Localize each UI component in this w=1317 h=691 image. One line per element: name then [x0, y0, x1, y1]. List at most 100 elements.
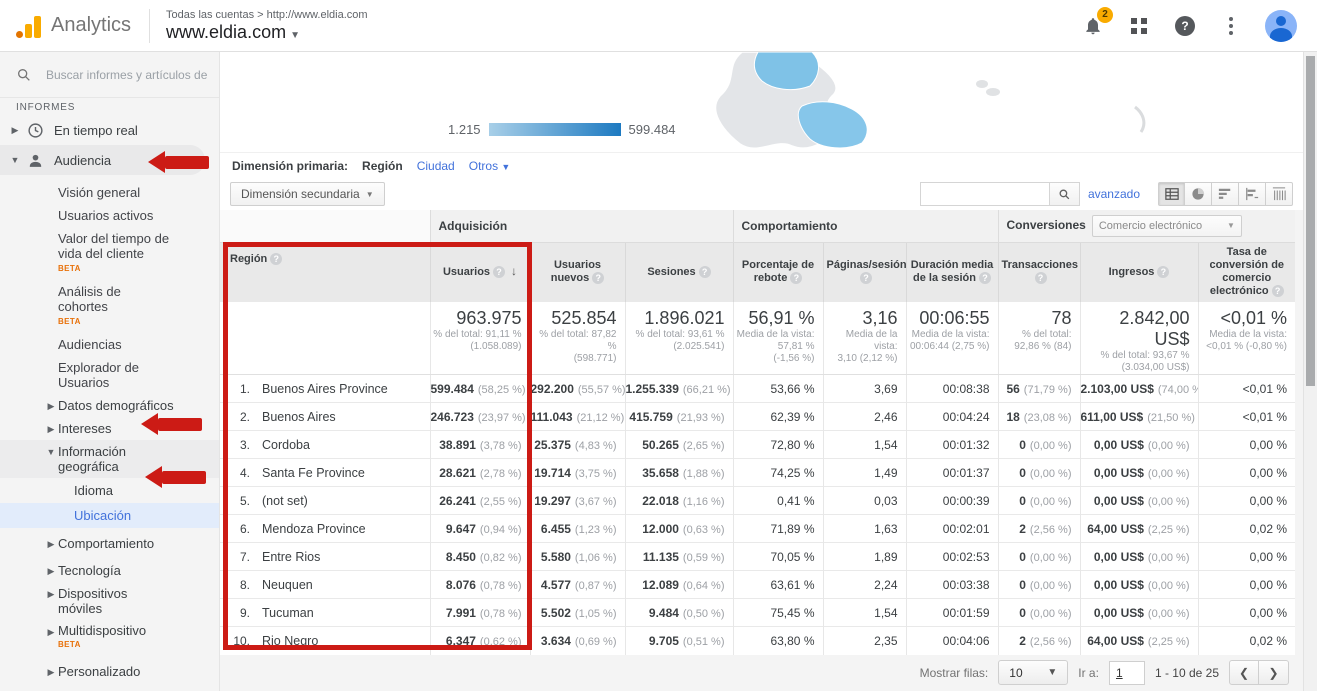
sidebar-item-valor-tiempo[interactable]: Valor del tiempo de vida del cliente BET… — [0, 227, 190, 280]
comparison-view-button[interactable] — [1239, 182, 1266, 206]
help-icon[interactable]: ? — [270, 253, 282, 265]
sidebar-item-audiencias[interactable]: Audiencias — [0, 333, 219, 356]
overflow-menu-button[interactable] — [1219, 14, 1243, 38]
help-icon[interactable]: ? — [1157, 266, 1169, 278]
sidebar-item-audiencia[interactable]: ▼ Audiencia — [0, 145, 205, 175]
chevron-down-icon: ▼ — [44, 447, 58, 457]
sidebar-item-comportamiento[interactable]: ▶ Comportamiento — [0, 532, 219, 555]
advanced-filter-link[interactable]: avanzado — [1088, 187, 1140, 201]
help-icon[interactable]: ? — [699, 266, 711, 278]
col-header-sesiones[interactable]: Sesiones? — [625, 242, 733, 302]
table-search-button[interactable] — [1050, 182, 1080, 206]
argentina-map[interactable] — [680, 52, 1200, 152]
sidebar-item-analisis-cohortes[interactable]: Análisis de cohortes BETA — [0, 280, 170, 333]
region-cell[interactable]: 8.Neuquen — [220, 571, 430, 599]
region-cell[interactable]: 3.Cordoba — [220, 431, 430, 459]
dimension-option-ciudad[interactable]: Ciudad — [417, 159, 455, 173]
sidebar-item-idioma[interactable]: Idioma — [0, 478, 219, 503]
table-view-button[interactable] — [1158, 182, 1185, 206]
col-header-ingresos[interactable]: Ingresos? — [1080, 242, 1198, 302]
col-header-duracion[interactable]: Duración media de la sesión? — [906, 242, 998, 302]
col-header-usuarios[interactable]: Usuarios?↓ — [430, 242, 530, 302]
tasa-cell: 0,00 % — [1198, 599, 1295, 627]
col-header-transacciones[interactable]: Transacciones? — [998, 242, 1080, 302]
usuarios-nuevos-cell: 25.375(4,83 %) — [530, 431, 625, 459]
sidebar-item-explorador[interactable]: Explorador de Usuarios — [0, 356, 180, 394]
main-content: 1.215 599.484 Dimensión primaria: Región… — [220, 52, 1303, 691]
col-header-paginas-sesion[interactable]: Páginas/sesión? — [823, 242, 906, 302]
percentage-view-button[interactable] — [1185, 182, 1212, 206]
paginas-cell: 2,35 — [823, 627, 906, 655]
dimension-option-otros[interactable]: Otros ▼ — [469, 159, 511, 173]
region-cell[interactable]: 1.Buenos Aires Province — [220, 375, 430, 403]
pivot-view-button[interactable] — [1266, 182, 1293, 206]
sesiones-cell: 11.135(0,59 %) — [625, 543, 733, 571]
region-cell[interactable]: 6.Mendoza Province — [220, 515, 430, 543]
dimension-option-region[interactable]: Región — [362, 159, 403, 173]
help-button[interactable]: ? — [1173, 14, 1197, 38]
sidebar-item-personalizado[interactable]: ▶ Personalizado — [0, 660, 219, 683]
conversion-type-select[interactable]: Comercio electrónico▼ — [1092, 215, 1242, 237]
chevron-down-icon: ▼ — [501, 162, 510, 172]
sidebar-item-realtime[interactable]: ▶ En tiempo real — [0, 115, 219, 145]
view-selector[interactable]: www.eldia.com▼ — [166, 22, 368, 43]
secondary-dimension-button[interactable]: Dimensión secundaria ▼ — [230, 182, 385, 206]
goto-page-input[interactable] — [1109, 661, 1145, 685]
help-icon[interactable]: ? — [1035, 272, 1047, 284]
col-header-region[interactable]: Región? — [220, 242, 430, 302]
avatar[interactable] — [1265, 10, 1297, 42]
tasa-cell: 0,02 % — [1198, 627, 1295, 655]
view-toggle-group — [1158, 182, 1293, 206]
sidebar-item-info-geografica[interactable]: ▼ Información geográfica — [0, 440, 219, 478]
scrollbar-thumb[interactable] — [1306, 56, 1315, 386]
rows-per-page-select[interactable]: 10 ▼ — [998, 660, 1068, 685]
transacciones-cell: 0(0,00 %) — [998, 599, 1080, 627]
region-cell[interactable]: 5.(not set) — [220, 487, 430, 515]
notifications-button[interactable]: 2 — [1081, 14, 1105, 38]
sidebar-item-ubicacion[interactable]: Ubicación — [0, 503, 219, 528]
col-header-usuarios-nuevos[interactable]: Usuarios nuevos? — [530, 242, 625, 302]
prev-page-button[interactable]: ❮ — [1229, 660, 1259, 685]
sidebar-item-intereses[interactable]: ▶ Intereses — [0, 417, 219, 440]
help-icon[interactable]: ? — [493, 266, 505, 278]
paginas-cell: 0,03 — [823, 487, 906, 515]
sidebar-item-dispositivos[interactable]: ▶ Dispositivos móviles — [0, 582, 219, 620]
sidebar-item-vision-general[interactable]: Visión general — [0, 181, 219, 204]
region-cell[interactable]: 2.Buenos Aires — [220, 403, 430, 431]
usuarios-cell: 7.991(0,78 %) — [430, 599, 530, 627]
help-icon[interactable]: ? — [790, 272, 802, 284]
region-cell[interactable]: 9.Tucuman — [220, 599, 430, 627]
region-cell[interactable]: 10.Rio Negro — [220, 627, 430, 655]
table-row: 1.Buenos Aires Province 599.484(58,25 %)… — [220, 375, 1295, 403]
help-icon[interactable]: ? — [1272, 285, 1284, 297]
next-page-button[interactable]: ❯ — [1259, 660, 1289, 685]
table-search-input[interactable] — [920, 182, 1050, 206]
col-header-tasa-conversion[interactable]: Tasa de conversión de comercio electróni… — [1198, 242, 1295, 302]
help-icon[interactable]: ? — [592, 272, 604, 284]
sidebar-search[interactable]: Buscar informes y artículos de — [0, 52, 219, 98]
usuarios-nuevos-cell: 3.634(0,69 %) — [530, 627, 625, 655]
col-header-rebote[interactable]: Porcentaje de rebote? — [733, 242, 823, 302]
apps-grid-button[interactable] — [1127, 14, 1151, 38]
region-cell[interactable]: 4.Santa Fe Province — [220, 459, 430, 487]
help-icon[interactable]: ? — [979, 272, 991, 284]
vertical-scrollbar[interactable] — [1303, 52, 1317, 691]
column-header-row: Región? Usuarios?↓ Usuarios nuevos? Sesi… — [220, 242, 1295, 302]
duracion-cell: 00:01:59 — [906, 599, 998, 627]
usuarios-nuevos-cell: 111.043(21,12 %) — [530, 403, 625, 431]
usuarios-nuevos-cell: 5.580(1,06 %) — [530, 543, 625, 571]
sidebar-item-datos-demograficos[interactable]: ▶ Datos demográficos — [0, 394, 219, 417]
sesiones-cell: 35.658(1,88 %) — [625, 459, 733, 487]
sidebar-item-multidispositivo[interactable]: ▶ Multidispositivo BETA — [0, 620, 219, 656]
sidebar-item-tecnologia[interactable]: ▶ Tecnología — [0, 559, 219, 582]
breadcrumb[interactable]: Todas las cuentas > http://www.eldia.com — [166, 9, 368, 21]
header-divider — [149, 9, 150, 43]
region-cell[interactable]: 7.Entre Rios — [220, 543, 430, 571]
transacciones-cell: 0(0,00 %) — [998, 431, 1080, 459]
help-icon[interactable]: ? — [860, 272, 872, 284]
sidebar-search-placeholder: Buscar informes y artículos de — [46, 68, 207, 82]
sidebar-item-usuarios-activos[interactable]: Usuarios activos — [0, 204, 219, 227]
usuarios-cell: 38.891(3,78 %) — [430, 431, 530, 459]
performance-view-button[interactable] — [1212, 182, 1239, 206]
duracion-cell: 00:03:38 — [906, 571, 998, 599]
